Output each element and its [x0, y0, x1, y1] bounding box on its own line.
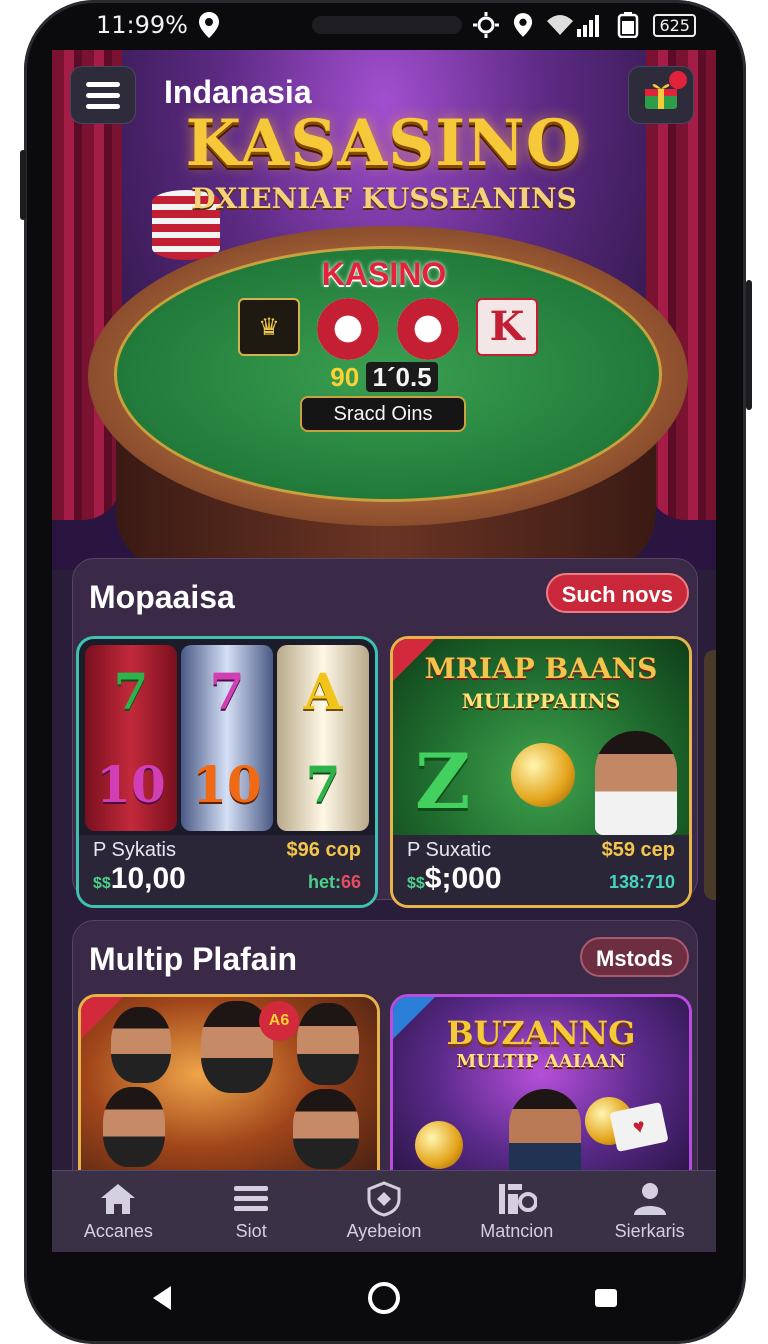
user-icon: [630, 1181, 670, 1217]
next-card-peek: [704, 650, 716, 900]
player-portrait: [297, 1003, 359, 1085]
battery-icon: [618, 12, 639, 38]
battery-level: 625: [653, 13, 696, 37]
gold-ball-icon: [511, 743, 575, 807]
player-portrait: [111, 1007, 171, 1083]
reel-symbol: 7: [305, 754, 341, 814]
location-icon: [198, 12, 219, 38]
casino-subtitle: DXIENIAF KUSSEANINS: [191, 182, 577, 215]
players-art: A6: [81, 997, 377, 1191]
reel-symbol: 7: [113, 661, 149, 721]
score-left: 90: [330, 362, 360, 392]
game-card-promo[interactable]: MRIAP BAANS MULIPPAIINS Z P Suxatic $59 …: [390, 636, 692, 908]
poker-chip-icon: [396, 298, 459, 360]
promo-subtitle: MULIPPAIINS: [461, 689, 621, 713]
host-portrait: [509, 1089, 581, 1179]
amount-prefix: $$: [407, 875, 425, 892]
nav-label: Siot: [235, 1221, 267, 1241]
nav-item-slot[interactable]: Siot: [191, 1181, 311, 1242]
menu-icon: [86, 81, 120, 87]
more-button[interactable]: Mstods: [580, 937, 689, 977]
promo-title: MRIAP BAANS: [424, 652, 658, 685]
reel-symbol: 10: [96, 754, 166, 814]
list-icon: [231, 1181, 271, 1217]
reel-3: A 7: [277, 645, 369, 831]
camera-notch: [311, 16, 462, 34]
game-amount: $;000: [424, 862, 502, 895]
table-tokens: ♛ K: [238, 298, 538, 360]
system-nav-bar: [52, 1252, 716, 1344]
nav-label: Sierkaris: [614, 1221, 685, 1241]
stage-art: BUZANNG MULTIP AAIAAN ♥: [393, 997, 689, 1191]
score-display: 90 1´0.5: [52, 362, 716, 393]
brightness-icon: [473, 12, 500, 38]
reel-symbol: 7: [209, 661, 245, 721]
bottom-nav: Accanes Siot Ayebeion Matncion Sierkaris: [52, 1170, 716, 1252]
slot-reels: 7 10 7 10 A 7: [85, 645, 369, 831]
nav-label: Accanes: [83, 1221, 153, 1241]
location-icon-2: [514, 13, 533, 37]
hero-banner[interactable]: KASASINO DXIENIAF KUSSEANINS KASINO ♛ K …: [52, 50, 716, 572]
menu-button[interactable]: [70, 66, 136, 124]
notification-dot: [669, 71, 687, 89]
game-price: $59 cep: [601, 839, 675, 861]
nav-item-profile[interactable]: Sierkaris: [590, 1181, 710, 1242]
recents-icon[interactable]: [591, 1283, 621, 1313]
stage-title: BUZANNG: [446, 1014, 636, 1052]
gift-button[interactable]: [628, 66, 694, 124]
nav-item-match[interactable]: Matncion: [457, 1181, 577, 1242]
app-screen: KASASINO DXIENIAF KUSSEANINS KASINO ♛ K …: [52, 50, 716, 1252]
status-time: 11:99%: [96, 11, 188, 39]
promo-letter: Z: [415, 737, 471, 826]
reel-symbol: 10: [192, 754, 262, 814]
nav-item-home[interactable]: Accanes: [58, 1181, 178, 1242]
volume-button: [20, 150, 26, 220]
reel-symbol: A: [303, 661, 343, 721]
casino-title: KASASINO: [185, 106, 583, 181]
section-title-featured: Mopaaisa: [89, 579, 235, 615]
player-portrait: [293, 1089, 359, 1169]
k-card: K: [475, 298, 538, 356]
section-title-multiplayer: Multip Plafain: [89, 941, 297, 977]
start-button[interactable]: Sracd Oins: [300, 396, 466, 432]
home-icon: [98, 1181, 138, 1217]
brand-name: Indanasia: [164, 74, 312, 110]
game-name: P Sykatis: [93, 839, 176, 861]
game-sub-value: 66: [340, 872, 361, 892]
home-button-icon[interactable]: [366, 1280, 402, 1316]
nav-item-shield[interactable]: Ayebeion: [324, 1181, 444, 1242]
crest-card-icon: ♛: [238, 298, 300, 356]
player-badge: A6: [259, 1001, 299, 1041]
grid-icon: [497, 1181, 537, 1217]
game-card-slots[interactable]: 7 10 7 10 A 7 P Sykatis $96 cop $$10,00 …: [76, 636, 378, 908]
game-card-players[interactable]: A6: [78, 994, 380, 1194]
signal-icon: [547, 15, 600, 37]
card-footer: P Suxatic $59 cep $$$;000 138:710: [393, 835, 689, 905]
host-portrait: [595, 731, 677, 835]
reel-2: 7 10: [181, 645, 273, 831]
nav-label: Matncion: [480, 1221, 554, 1241]
nav-label: Ayebeion: [346, 1221, 422, 1241]
game-sub-value: 138:710: [608, 872, 675, 892]
game-card-stage[interactable]: BUZANNG MULTIP AAIAAN ♥: [390, 994, 692, 1194]
back-icon[interactable]: [147, 1283, 177, 1313]
see-more-button[interactable]: Such novs: [545, 573, 689, 613]
table-logo: KASINO: [321, 256, 447, 292]
status-bar: 11:99% 625: [52, 0, 716, 50]
player-portrait: [103, 1087, 165, 1167]
score-right: 1´0.5: [366, 362, 438, 392]
reel-1: 7 10: [85, 645, 177, 831]
shield-icon: [364, 1181, 404, 1217]
game-name: P Suxatic: [407, 839, 492, 861]
coin-icon: [415, 1121, 463, 1169]
game-amount: 10,00: [110, 862, 186, 895]
card-footer: P Sykatis $96 cop $$10,00 het:66: [79, 835, 375, 905]
promo-art: MRIAP BAANS MULIPPAIINS Z: [393, 639, 689, 835]
candy-chip-icon: [317, 298, 380, 360]
stage-subtitle: MULTIP AAIAAN: [456, 1051, 626, 1072]
amount-prefix: $$: [93, 875, 111, 892]
power-button: [746, 280, 752, 410]
game-price: $96 cop: [286, 839, 361, 861]
game-sub-label: het:: [307, 872, 341, 892]
